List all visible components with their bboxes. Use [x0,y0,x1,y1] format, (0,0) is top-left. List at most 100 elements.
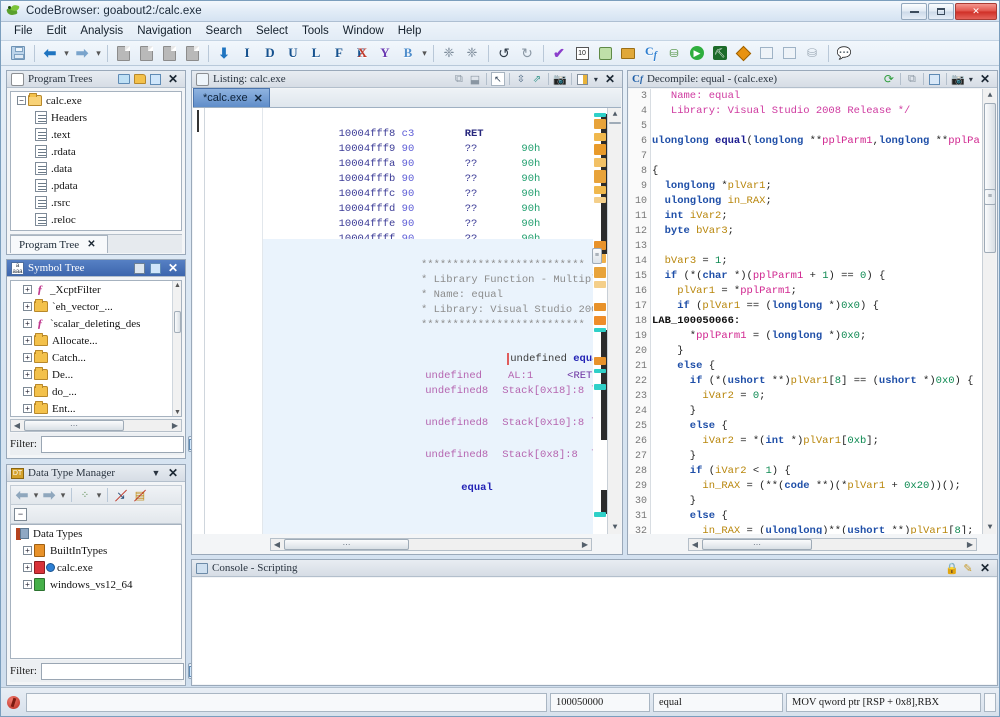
archive-icon[interactable]: ⛁ [801,43,823,64]
decompile-line[interactable]: } [652,404,981,419]
forward-dropdown-icon[interactable]: ▾ [94,43,102,64]
tree-item-data[interactable]: .data [11,160,181,177]
data-type-manager-tree[interactable]: Data Types + BuiltInTypes + calc.exe + w… [10,524,182,659]
help-bubble-icon[interactable]: 💬 [833,43,855,64]
listing-vscrollbar[interactable]: ▲ ▼ [607,108,621,534]
expand-toggle[interactable]: + [21,349,34,366]
clear-flow-icon[interactable]: FX [351,43,373,64]
decompile-hscrollbar[interactable]: ◀ ⋯ ▶ [688,538,977,551]
tree-item-text[interactable]: .text [11,126,181,143]
expand-toggle[interactable]: − [15,92,28,109]
symbol-tree-hscrollbar[interactable]: ◀ ⋯ ▶ [10,419,182,432]
program-icon-4[interactable] [181,43,203,64]
close-icon[interactable]: ✕ [977,561,993,575]
program-icon-3[interactable] [158,43,180,64]
decompile-line[interactable]: } [652,494,981,509]
expand-toggle[interactable]: + [21,332,34,349]
dtm-root[interactable]: Data Types [11,525,181,542]
lock-icon[interactable]: 🔒 [945,561,959,575]
memory-map-icon[interactable]: 10 [571,43,593,64]
select-flow-icon[interactable]: Y [374,43,396,64]
undefine-icon[interactable]: U [282,43,304,64]
listing-body[interactable]: 10004fff8 c3 RET 10004fff9 90 ?? 90h 100… [193,108,621,534]
decompile-line[interactable]: ulonglong equal(longlong **pplParm1,long… [652,134,981,149]
decompile-line[interactable]: } [652,449,981,464]
data-type-filter-input[interactable] [41,663,184,680]
tree-item-rdata[interactable]: .rdata [11,143,181,160]
snapshot-icon[interactable]: 📷 [553,72,567,86]
expand-toggle[interactable]: + [21,383,34,400]
dropdown-icon[interactable]: ▾ [967,72,975,86]
menu-dropdown-icon[interactable]: ▼ [149,466,163,480]
tree-root-calc[interactable]: − calc.exe [11,92,181,109]
paste-icon[interactable]: ⬓ [468,72,482,86]
listing-hscrollbar[interactable]: ◀ ⋯ ▶ [270,538,592,551]
decompile-line[interactable] [652,119,981,134]
program-trees-tree[interactable]: − calc.exe Headers .text .rdata [10,91,182,231]
close-button[interactable]: ✕ [955,3,997,20]
select-cursor-icon[interactable]: ↖ [491,72,505,86]
program-icon-2[interactable] [135,43,157,64]
dropdown-icon[interactable]: ▾ [592,72,600,86]
tree-item-reloc[interactable]: .reloc [11,211,181,228]
bookmark-dropdown-icon[interactable]: ▾ [420,43,428,64]
tree-item-pdata[interactable]: .pdata [11,177,181,194]
scroll-left-icon[interactable]: ◀ [689,540,701,549]
expand-toggle[interactable]: + [21,298,34,315]
function-block[interactable]: ************************** * Library Fun… [263,239,593,481]
close-icon[interactable]: ✕ [254,92,263,105]
decompile-line[interactable]: int iVar2; [652,209,981,224]
decompile-line[interactable]: if (iVar2 < 1) { [652,464,981,479]
tab-program-tree[interactable]: Program Tree ✕ [10,235,108,253]
decompile-line[interactable]: plVar1 = *pplParm1; [652,284,981,299]
menu-help[interactable]: Help [391,23,429,39]
symbol-item-eh-vector[interactable]: + `eh_vector_... [11,298,181,315]
diff-icon[interactable] [732,43,754,64]
expand-toggle[interactable]: + [21,315,34,332]
menu-analysis[interactable]: Analysis [73,23,130,39]
minimize-button[interactable] [901,3,927,20]
dtm-item-windows-vs12-64[interactable]: + windows_vs12_64 [11,576,181,593]
decompile-code[interactable]: Name: equal Library: Visual Studio 2008 … [652,89,981,534]
exclude-pointers-icon[interactable]: ↘／ [112,486,130,504]
refresh-icon[interactable]: ⟳ [882,72,896,86]
copy-icon[interactable]: ⧉ [905,72,919,86]
symbol-item-scalar-deleting[interactable]: + ƒ `scalar_deleting_des [11,315,181,332]
filter-types-icon[interactable]: ⁘ [76,486,94,504]
open-folder-icon[interactable] [133,72,147,86]
navigation-overview-bar[interactable]: ≡ [593,108,607,534]
expand-toggle[interactable]: + [21,400,34,417]
decompile-line[interactable]: ulonglong in_RAX; [652,194,981,209]
decompile-line[interactable]: if (plVar1 == (longlong *)0x0) { [652,299,981,314]
symbol-item-xcptfilter[interactable]: + ƒ _XcptFilter [11,281,181,298]
filter-dropdown-icon[interactable]: ▾ [95,486,102,504]
function-call-graph-icon[interactable]: ⛁ [663,43,685,64]
decompile-line[interactable]: *pplParm1 = (longlong *)0x0; [652,329,981,344]
scroll-down-icon[interactable]: ▼ [608,521,621,534]
dtm-item-builtintypes[interactable]: + BuiltInTypes [11,542,181,559]
snapshot-icon-2[interactable]: ❈ [461,43,483,64]
edit-icon[interactable] [928,72,942,86]
decompile-line[interactable]: iVar2 = *(int *)plVar1[0xb]; [652,434,981,449]
forward-icon[interactable]: ➡ [40,486,58,504]
close-icon[interactable]: ✕ [977,72,993,86]
expand-toggle[interactable]: + [21,559,34,576]
expand-toggle[interactable]: + [21,576,34,593]
decompile-line[interactable] [652,239,981,254]
bookmark-icon[interactable]: B [397,43,419,64]
tree-item-debug-data[interactable]: Debug Data [11,228,181,231]
symbol-item-allocate[interactable]: + Allocate... [11,332,181,349]
overview-thumb[interactable]: ≡ [592,248,602,264]
symbol-item-ent[interactable]: + Ent... [11,400,181,417]
symbol-tree-filter-input[interactable] [41,436,184,453]
console-output[interactable] [193,578,996,684]
data-type-icon[interactable] [617,43,639,64]
scroll-left-icon[interactable]: ◀ [271,540,283,549]
scroll-left-icon[interactable]: ◀ [11,421,23,430]
back-icon[interactable]: ⬅ [39,43,61,64]
decompile-line[interactable]: Library: Visual Studio 2008 Release */ [652,104,981,119]
decompile-line[interactable]: in_RAX = (ulonglong)**(ushort **)plVar1[… [652,524,981,534]
decompile-line[interactable]: byte bVar3; [652,224,981,239]
create-folder-icon[interactable] [117,72,131,86]
program-icon-1[interactable] [112,43,134,64]
